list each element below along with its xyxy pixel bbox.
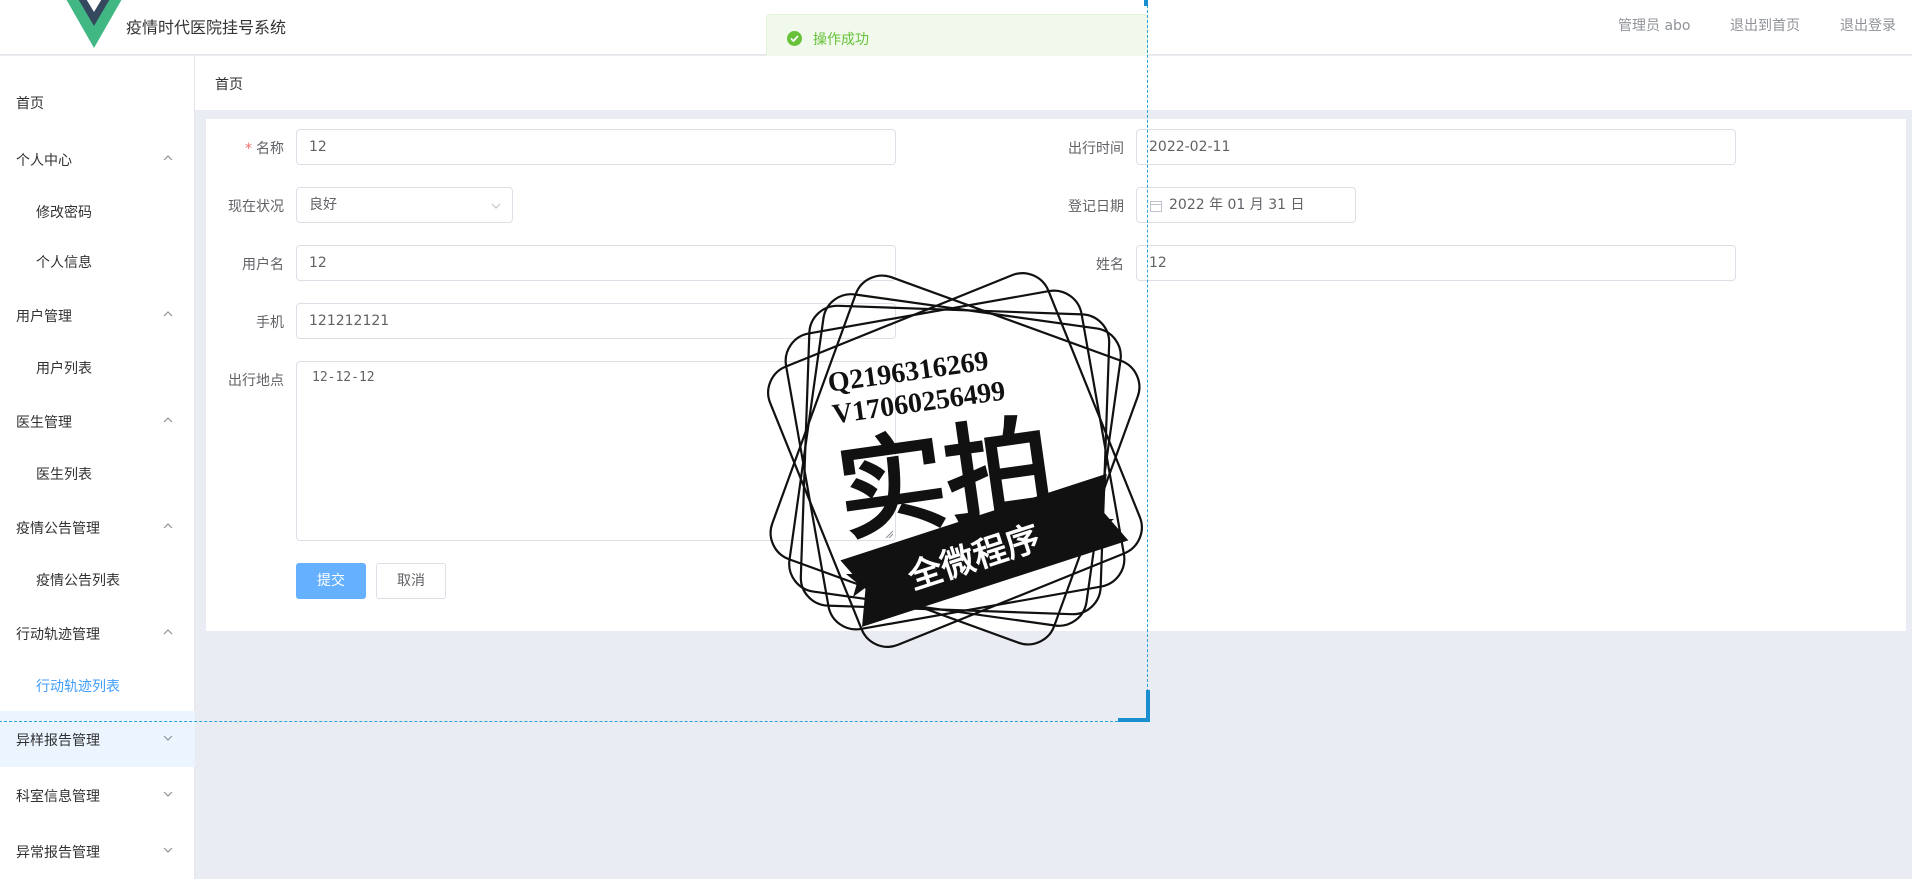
sidebar-group-label: 用户管理	[16, 309, 72, 325]
logout-link[interactable]: 退出登录	[1840, 15, 1896, 35]
phone-label: 手机	[256, 315, 284, 331]
sidebar-group-label: 行动轨迹管理	[16, 627, 100, 643]
chevron-up-icon	[163, 523, 173, 529]
sidebar-group-label: 医生管理	[16, 415, 72, 431]
realname-input[interactable]: 12	[1136, 245, 1736, 281]
status-select-value: 良好	[309, 197, 337, 213]
sidebar-item-label: 修改密码	[36, 205, 92, 221]
name-label-text: 名称	[256, 141, 284, 157]
name-label: * 名称	[206, 138, 284, 158]
app-title: 疫情时代医院挂号系统	[126, 18, 287, 37]
travel-time-input[interactable]: 2022-02-11	[1136, 129, 1736, 165]
status-select[interactable]: 良好	[296, 187, 513, 223]
chevron-up-icon	[163, 155, 173, 161]
sidebar-group-label: 疫情公告管理	[16, 521, 100, 537]
sidebar-item-label: 行动轨迹列表	[36, 679, 120, 695]
location-value: 12-12-12	[312, 370, 375, 385]
chevron-down-icon	[163, 791, 173, 797]
register-date-value: 2022 年 01 月 31 日	[1169, 197, 1305, 213]
breadcrumb-home[interactable]: 首页	[215, 74, 243, 94]
sidebar-group-anomaly-report[interactable]: 异样报告管理	[0, 711, 195, 767]
selection-handle-top	[1144, 0, 1148, 6]
sidebar-group-label: 个人中心	[16, 153, 72, 169]
register-date-label: 登记日期	[1068, 199, 1124, 215]
chevron-down-icon	[491, 203, 501, 209]
cancel-button[interactable]: 取消	[376, 563, 446, 599]
sidebar-menu: 首页 个人中心 修改密码 个人信息 用户管理 用户列表 医生管理 医生列表 疫情…	[0, 56, 195, 879]
sidebar-item-label: 医生列表	[36, 467, 92, 483]
toast-message: 操作成功	[813, 32, 869, 48]
sidebar-item-label: 用户列表	[36, 361, 92, 377]
required-asterisk: *	[245, 141, 252, 157]
chevron-up-icon	[163, 311, 173, 317]
success-toast: 操作成功	[766, 14, 1148, 60]
chevron-up-icon	[163, 629, 173, 635]
location-label: 出行地点	[228, 373, 284, 389]
chevron-down-icon	[163, 735, 173, 741]
vue-logo-icon	[66, 0, 122, 48]
submit-button[interactable]: 提交	[296, 563, 366, 599]
selection-handle-corner[interactable]	[1118, 690, 1150, 722]
chevron-down-icon	[163, 847, 173, 853]
status-label: 现在状况	[228, 199, 284, 215]
breadcrumb: 首页	[195, 56, 1912, 110]
sidebar-item-label: 首页	[16, 96, 44, 112]
back-to-home-link[interactable]: 退出到首页	[1730, 15, 1800, 35]
check-circle-icon	[787, 31, 802, 46]
travel-time-label: 出行时间	[1068, 141, 1124, 157]
register-date-picker[interactable]: 2022 年 01 月 31 日	[1136, 187, 1356, 223]
watermark-stamp: Q2196316269 V17060256499 实拍 全微程序	[767, 272, 1143, 648]
sidebar-item-label: 疫情公告列表	[36, 573, 120, 589]
username-label: 用户名	[242, 257, 284, 273]
sidebar-group-label: 异常报告管理	[16, 845, 100, 861]
sidebar-item-label: 个人信息	[36, 255, 92, 271]
calendar-icon	[1150, 201, 1162, 212]
sidebar-group-label: 科室信息管理	[16, 789, 100, 805]
chevron-up-icon	[163, 417, 173, 423]
admin-user-label: 管理员 abo	[1618, 18, 1691, 34]
sidebar-group-label: 异样报告管理	[16, 733, 100, 749]
name-input[interactable]: 12	[296, 129, 896, 165]
